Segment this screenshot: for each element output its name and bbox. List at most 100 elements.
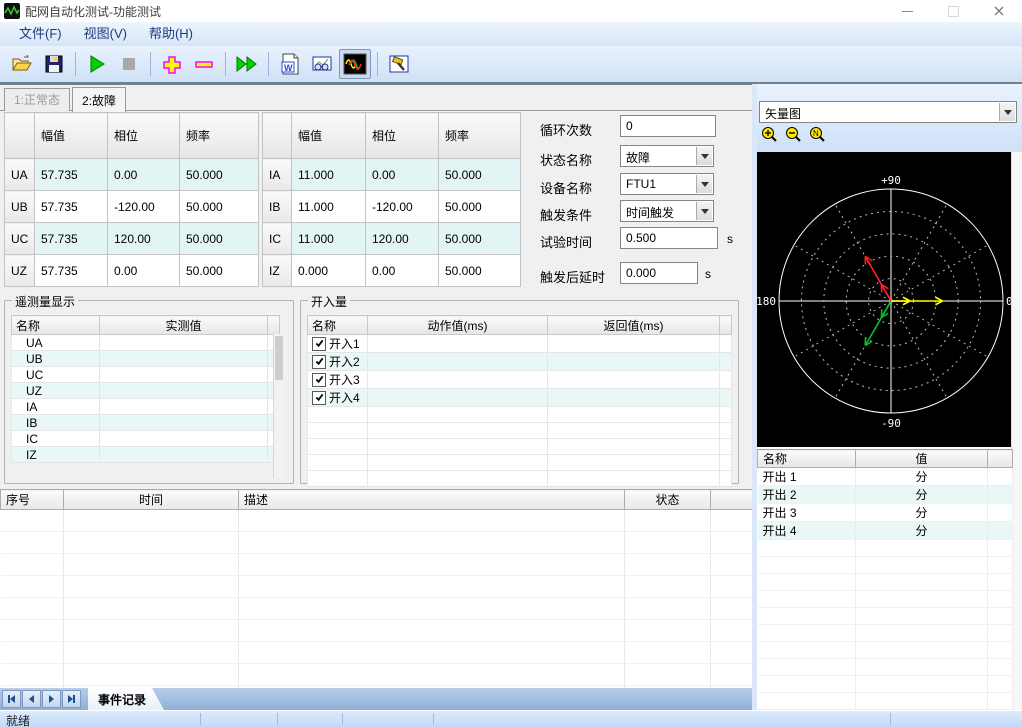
cell-frequency[interactable]: 50.000 (180, 255, 259, 287)
cell-frequency[interactable]: 50.000 (439, 191, 521, 223)
telemetry-name[interactable]: UZ (12, 383, 100, 399)
minimize-button[interactable] (884, 0, 930, 22)
save-button[interactable] (39, 50, 69, 78)
col-header-frequency: 频率 (439, 113, 521, 159)
maximize-button[interactable] (930, 0, 976, 22)
open-button[interactable] (7, 50, 37, 78)
cell-amplitude[interactable]: 0.000 (292, 255, 366, 287)
zoom-reset-button[interactable]: N (809, 126, 826, 143)
test-time-unit: s (727, 232, 733, 246)
telemetry-scrollbar[interactable] (273, 334, 284, 478)
event-table: 序号 时间 描述 状态 (0, 489, 753, 708)
waveform-view-button[interactable] (339, 49, 371, 79)
first-page-button[interactable] (2, 690, 21, 708)
view-selector-combo[interactable]: 矢量图 (759, 101, 1017, 123)
test-time-input[interactable]: 0.500 (620, 227, 718, 249)
cell-frequency[interactable]: 50.000 (439, 223, 521, 255)
tab-fault-state[interactable]: 2:故障 (72, 87, 126, 112)
telemetry-name[interactable]: UA (12, 335, 100, 351)
status-text: 就绪 (6, 712, 30, 727)
cell-amplitude[interactable]: 11.000 (292, 159, 366, 191)
add-state-button[interactable] (157, 50, 187, 78)
scrollbar-thumb[interactable] (275, 336, 283, 380)
prev-page-button[interactable] (22, 690, 41, 708)
cell-phase[interactable]: 0.00 (108, 255, 180, 287)
input-checkbox[interactable] (312, 355, 326, 369)
cell-amplitude[interactable]: 57.735 (35, 223, 108, 255)
telemetry-value (100, 431, 268, 447)
voltage-table: 幅值 相位 频率 UA 57.735 0.00 50.000 UB 57.735… (4, 112, 259, 287)
trigger-delay-input[interactable]: 0.000 (620, 262, 698, 284)
cell-phase[interactable]: 0.00 (366, 159, 439, 191)
input-checkbox[interactable] (312, 373, 326, 387)
combo-dropdown-button[interactable] (696, 202, 712, 220)
col-header-phase: 相位 (108, 113, 180, 159)
zoom-out-button[interactable] (785, 126, 802, 143)
close-button[interactable] (976, 0, 1022, 22)
input-checkbox[interactable] (312, 391, 326, 405)
device-name-combo[interactable]: FTU1 (620, 173, 714, 195)
loop-count-label: 循环次数 (540, 120, 592, 139)
report-preview-button[interactable] (307, 50, 337, 78)
telemetry-name[interactable]: UB (12, 351, 100, 367)
cell-frequency[interactable]: 50.000 (180, 159, 259, 191)
word-report-button[interactable]: W (275, 50, 305, 78)
col-header-action: 动作值(ms) (368, 316, 548, 335)
output-name: 开出 4 (758, 522, 856, 540)
col-header-time: 时间 (64, 490, 239, 510)
telemetry-name[interactable]: IZ (12, 447, 100, 463)
state-name-combo[interactable]: 故障 (620, 145, 714, 167)
next-page-button[interactable] (42, 690, 61, 708)
view-selector-value: 矢量图 (765, 105, 801, 122)
col-header-return: 返回值(ms) (548, 316, 720, 335)
combo-dropdown-button[interactable] (696, 147, 712, 165)
trigger-condition-combo[interactable]: 时间触发 (620, 200, 714, 222)
cell-phase[interactable]: -120.00 (366, 191, 439, 223)
run-icon (88, 54, 106, 74)
cell-frequency[interactable]: 50.000 (180, 223, 259, 255)
combo-dropdown-button[interactable] (696, 175, 712, 193)
telemetry-name[interactable]: UC (12, 367, 100, 383)
check-icon (315, 375, 324, 384)
tab-normal-state[interactable]: 1:正常态 (4, 88, 70, 111)
menu-help[interactable]: 帮助(H) (138, 22, 204, 46)
cell-phase[interactable]: -120.00 (108, 191, 180, 223)
cell-amplitude[interactable]: 57.735 (35, 159, 108, 191)
cell-amplitude[interactable]: 57.735 (35, 255, 108, 287)
cell-phase[interactable]: 0.00 (366, 255, 439, 287)
state-name-value: 故障 (626, 149, 650, 166)
tools-button[interactable] (384, 50, 414, 78)
last-page-button[interactable] (62, 690, 81, 708)
cell-phase[interactable]: 120.00 (108, 223, 180, 255)
input-checkbox[interactable] (312, 337, 326, 351)
trigger-condition-value: 时间触发 (626, 204, 674, 221)
loop-count-input[interactable]: 0 (620, 115, 716, 137)
row-header: UZ (5, 255, 35, 287)
cell-phase[interactable]: 0.00 (108, 159, 180, 191)
telemetry-name[interactable]: IB (12, 415, 100, 431)
save-icon (44, 54, 64, 74)
zoom-in-button[interactable] (761, 126, 778, 143)
menu-file[interactable]: 文件(F) (8, 22, 73, 46)
table-row: 开入4 (308, 389, 732, 407)
cell-amplitude[interactable]: 11.000 (292, 191, 366, 223)
menu-view[interactable]: 视图(V) (73, 22, 138, 46)
telemetry-name[interactable]: IC (12, 431, 100, 447)
combo-dropdown-button[interactable] (999, 103, 1015, 121)
telemetry-name[interactable]: IA (12, 399, 100, 415)
trigger-condition-label: 触发条件 (540, 205, 592, 224)
cell-phase[interactable]: 120.00 (366, 223, 439, 255)
cell-frequency[interactable]: 50.000 (439, 159, 521, 191)
stop-button[interactable] (114, 50, 144, 78)
scroll-header (720, 316, 732, 335)
run-all-button[interactable] (232, 50, 262, 78)
cell-amplitude[interactable]: 57.735 (35, 191, 108, 223)
cell-amplitude[interactable]: 11.000 (292, 223, 366, 255)
remove-state-button[interactable] (189, 50, 219, 78)
action-value (368, 335, 548, 353)
first-icon (10, 695, 15, 703)
run-button[interactable] (82, 50, 112, 78)
cell-frequency[interactable]: 50.000 (439, 255, 521, 287)
tab-event-log[interactable]: 事件记录 (88, 688, 164, 710)
cell-frequency[interactable]: 50.000 (180, 191, 259, 223)
